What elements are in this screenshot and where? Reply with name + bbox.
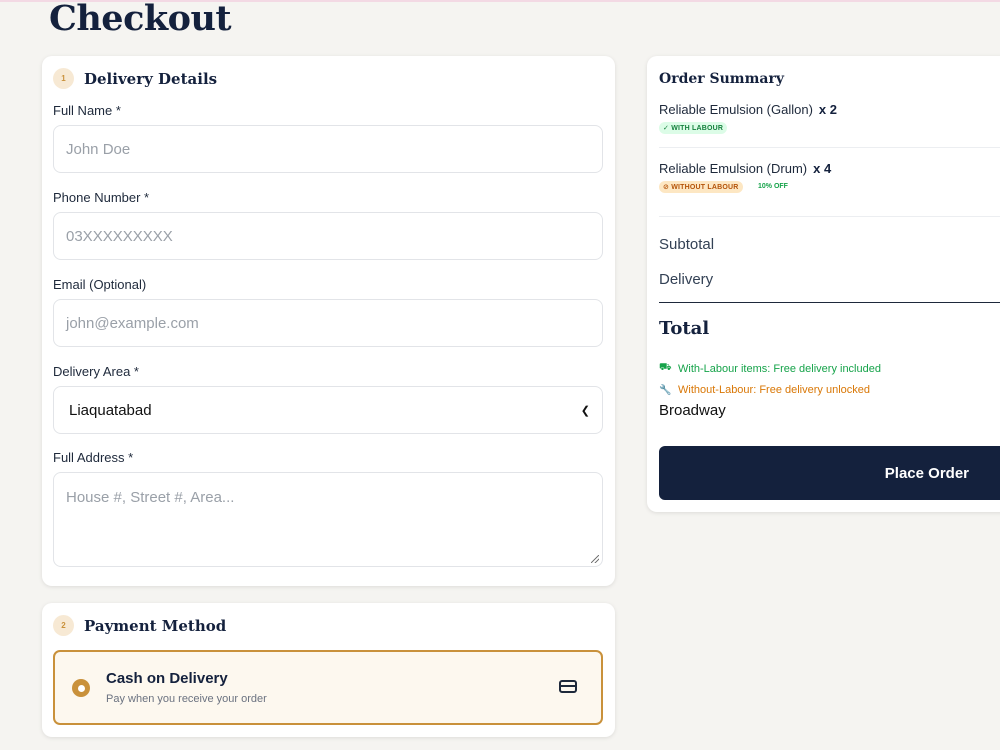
phone-input[interactable]: 03XXXXXXXXX bbox=[53, 212, 603, 260]
chevron-down-icon: ❮ bbox=[580, 404, 590, 417]
order-item: Reliable Emulsion (Gallon) x 2 bbox=[659, 102, 837, 117]
email-input[interactable]: john@example.com bbox=[53, 299, 603, 347]
order-summary-title: Order Summary bbox=[659, 71, 785, 87]
divider bbox=[659, 302, 1000, 303]
full-name-placeholder: John Doe bbox=[66, 140, 131, 158]
truck-icon: ⛟ bbox=[659, 362, 672, 373]
address-placeholder: House #, Street #, Area... bbox=[66, 489, 235, 506]
address-label: Full Address * bbox=[53, 450, 134, 465]
full-name-input[interactable]: John Doe bbox=[53, 125, 603, 173]
resize-handle-icon[interactable] bbox=[591, 555, 599, 563]
divider bbox=[659, 147, 1000, 148]
order-item: Reliable Emulsion (Drum) x 4 bbox=[659, 161, 831, 176]
email-placeholder: john@example.com bbox=[66, 314, 199, 332]
total-label: Total bbox=[659, 318, 710, 339]
item-name: Reliable Emulsion (Drum) bbox=[659, 161, 808, 176]
section-title: Delivery Details bbox=[84, 69, 218, 88]
phone-placeholder: 03XXXXXXXXX bbox=[66, 227, 173, 245]
item-name: Reliable Emulsion (Gallon) bbox=[659, 102, 813, 117]
discount-badge: 10% OFF bbox=[758, 183, 788, 190]
delivery-label: Delivery bbox=[659, 271, 714, 288]
step-badge: 2 bbox=[53, 615, 74, 636]
cash-on-delivery-option[interactable]: Cash on Delivery Pay when you receive yo… bbox=[53, 650, 603, 725]
address-textarea[interactable]: House #, Street #, Area... bbox=[53, 472, 603, 567]
email-label: Email (Optional) bbox=[53, 277, 147, 292]
payment-section-header: 2 Payment Method bbox=[53, 615, 226, 636]
phone-label: Phone Number * bbox=[53, 190, 150, 205]
without-labour-badge: ⊘ WITHOUT LABOUR bbox=[659, 181, 743, 193]
full-name-label: Full Name * bbox=[53, 103, 121, 118]
with-labour-badge: ✓ WITH LABOUR bbox=[659, 122, 728, 134]
delivery-area-label: Delivery Area * bbox=[53, 364, 139, 379]
section-title: Payment Method bbox=[84, 616, 227, 635]
delivery-section-header: 1 Delivery Details bbox=[53, 68, 217, 89]
wrench-icon: 🔧 bbox=[659, 384, 672, 396]
order-summary-card: Order Summary Reliable Emulsion (Gallon)… bbox=[647, 56, 1000, 512]
payment-option-subtitle: Pay when you receive your order bbox=[106, 693, 267, 705]
place-order-button[interactable]: Place Order bbox=[659, 446, 1000, 500]
labour-delivery-note: ⛟ With-Labour items: Free delivery inclu… bbox=[659, 362, 881, 375]
delivery-area-select[interactable]: Liaquatabad ❮ bbox=[53, 386, 603, 434]
item-qty: x 2 bbox=[818, 102, 837, 117]
payment-option-title: Cash on Delivery bbox=[106, 670, 228, 687]
no-labour-delivery-note: 🔧 Without-Labour: Free delivery unlocked bbox=[659, 384, 870, 396]
delivery-details-card: 1 Delivery Details Full Name * John Doe … bbox=[42, 56, 615, 586]
page-title: Checkout bbox=[49, 0, 232, 39]
radio-selected[interactable] bbox=[72, 679, 90, 697]
divider bbox=[659, 216, 1000, 217]
note-text: With-Labour items: Free delivery include… bbox=[678, 362, 881, 375]
delivery-area-value: Liaquatabad bbox=[69, 401, 152, 419]
delivery-area-summary: Broadway bbox=[659, 402, 726, 419]
step-badge: 1 bbox=[53, 68, 74, 89]
credit-card-icon bbox=[559, 680, 577, 693]
note-text: Without-Labour: Free delivery unlocked bbox=[678, 384, 870, 396]
item-qty: x 4 bbox=[813, 161, 832, 176]
payment-method-card: 2 Payment Method Cash on Delivery Pay wh… bbox=[42, 603, 615, 737]
subtotal-label: Subtotal bbox=[659, 236, 715, 253]
